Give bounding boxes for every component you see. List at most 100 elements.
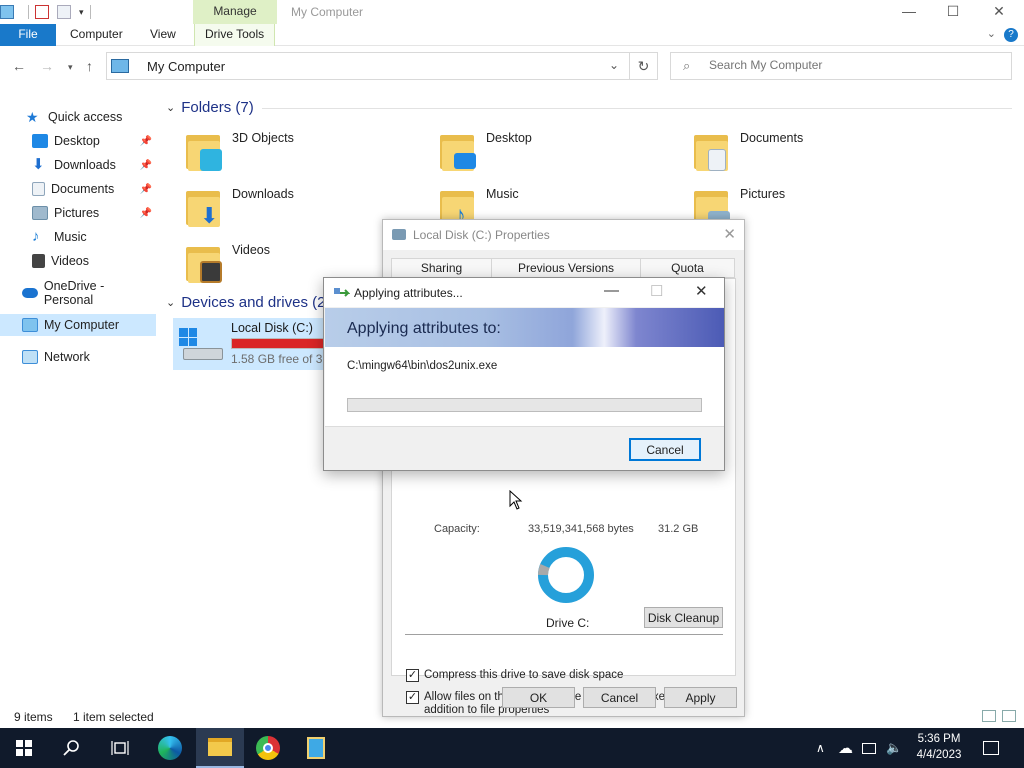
network-tray-icon[interactable]: [862, 728, 876, 768]
ok-button[interactable]: OK: [502, 687, 575, 708]
sidebar-item-videos[interactable]: Videos: [0, 250, 156, 272]
sidebar-item-pictures[interactable]: Pictures 📌: [0, 202, 156, 224]
apply-body: C:\mingw64\bin\dos2unix.exe: [325, 347, 724, 427]
disk-cleanup-button[interactable]: Disk Cleanup: [644, 607, 723, 628]
star-icon: ★: [26, 109, 39, 125]
sidebar-item-label: Network: [44, 350, 90, 364]
sidebar-item-network[interactable]: Network: [0, 346, 156, 368]
large-icons-view-icon[interactable]: [1002, 710, 1016, 722]
system-clock[interactable]: 5:36 PM 4/4/2023: [906, 731, 972, 763]
ribbon-expand-icon[interactable]: ⌄: [987, 27, 996, 40]
task-view-icon[interactable]: [96, 728, 144, 768]
search-icon: ⌕: [683, 58, 691, 73]
sidebar-item-quick-access[interactable]: ★ Quick access: [0, 106, 156, 128]
devices-section-header[interactable]: ⌄ Devices and drives (2): [166, 294, 330, 311]
search-input[interactable]: [709, 58, 999, 72]
tab-view[interactable]: View: [150, 24, 176, 46]
recent-locations-icon[interactable]: ▾: [68, 62, 73, 73]
address-dropdown-icon[interactable]: ⌄: [609, 58, 619, 72]
cancel-button[interactable]: Cancel: [629, 438, 701, 461]
forward-icon[interactable]: →: [40, 58, 54, 74]
folders-section-header[interactable]: ⌄ Folders (7): [166, 99, 254, 116]
mouse-cursor-icon: [509, 490, 523, 510]
sidebar-item-music[interactable]: ♪ Music: [0, 226, 156, 248]
pin-icon[interactable]: 📌: [140, 208, 152, 219]
show-hidden-icons[interactable]: ∧: [816, 728, 825, 768]
chevron-down-icon[interactable]: ⌄: [166, 296, 175, 309]
folders-section-title: Folders (7): [181, 99, 254, 116]
drive-icon: [392, 229, 406, 240]
onedrive-cloud-icon[interactable]: ☁: [838, 728, 853, 768]
folder-downloads[interactable]: ⬇ Downloads: [176, 187, 416, 237]
close-button[interactable]: ✕: [976, 0, 1022, 24]
pin-icon[interactable]: 📌: [140, 136, 152, 147]
search-icon[interactable]: [48, 728, 96, 768]
volume-icon[interactable]: 🔈: [886, 728, 902, 768]
properties-check-icon[interactable]: [35, 5, 49, 19]
address-bar[interactable]: My Computer ⌄: [106, 52, 630, 80]
app-icon[interactable]: [292, 728, 340, 768]
tab-sharing[interactable]: Sharing: [391, 258, 492, 278]
sidebar-item-my-computer[interactable]: My Computer: [0, 314, 156, 336]
search-box[interactable]: ⌕: [670, 52, 1012, 80]
drive-label: Drive C:: [546, 616, 590, 630]
sidebar-item-label: Videos: [51, 254, 89, 268]
folder-3d-objects[interactable]: 3D Objects: [176, 131, 416, 181]
folder-desktop[interactable]: Desktop: [430, 131, 670, 181]
apply-button[interactable]: Apply: [664, 687, 737, 708]
folder-icon: [694, 131, 730, 171]
notifications-icon[interactable]: [983, 728, 999, 768]
sidebar-item-documents[interactable]: Documents 📌: [0, 178, 156, 200]
index-checkbox[interactable]: ✓: [406, 691, 419, 704]
tab-previous-versions[interactable]: Previous Versions: [491, 258, 641, 278]
document-icon: [32, 182, 45, 196]
sidebar-item-downloads[interactable]: ⬇ Downloads 📌: [0, 154, 156, 176]
computer-icon[interactable]: [0, 5, 14, 19]
qat-dropdown-icon[interactable]: ▾: [79, 7, 84, 18]
drive-local-disk-c[interactable]: Local Disk (C:) 1.58 GB free of 31: [173, 318, 343, 370]
up-icon[interactable]: ↑: [86, 58, 93, 74]
sidebar-item-onedrive[interactable]: OneDrive - Personal: [0, 279, 156, 307]
file-explorer-icon[interactable]: [196, 728, 244, 768]
clock-time: 5:36 PM: [917, 733, 961, 745]
current-file-path: C:\mingw64\bin\dos2unix.exe: [347, 360, 498, 372]
tab-drive-tools[interactable]: Drive Tools: [194, 24, 276, 46]
tab-computer[interactable]: Computer: [70, 24, 123, 46]
folder-documents[interactable]: Documents: [684, 131, 924, 181]
new-folder-icon[interactable]: [57, 5, 71, 19]
minimize-button[interactable]: —: [604, 282, 619, 299]
help-icon[interactable]: ?: [1004, 28, 1018, 42]
apply-title-bar: Applying attributes... — ☐ ✕: [324, 278, 724, 307]
explorer-title-bar: ▾ Manage My Computer — ☐ ✕: [0, 0, 1024, 24]
applying-attributes-dialog: Applying attributes... — ☐ ✕ Applying at…: [323, 277, 725, 471]
close-button[interactable]: ✕: [695, 282, 708, 300]
chrome-icon[interactable]: [244, 728, 292, 768]
clock-date: 4/4/2023: [916, 749, 962, 761]
desktop-icon: [32, 134, 48, 148]
capacity-bytes: 33,519,341,568 bytes: [528, 523, 634, 535]
sidebar-item-desktop[interactable]: Desktop 📌: [0, 130, 156, 152]
cancel-button[interactable]: Cancel: [583, 687, 656, 708]
edge-icon[interactable]: [146, 728, 194, 768]
close-icon[interactable]: ✕: [723, 225, 736, 243]
pin-icon[interactable]: 📌: [140, 184, 152, 195]
refresh-icon[interactable]: ↻: [630, 52, 658, 80]
back-icon[interactable]: ←: [12, 58, 26, 74]
chevron-down-icon[interactable]: ⌄: [166, 101, 175, 114]
manage-context-tab[interactable]: Manage: [193, 0, 277, 24]
start-icon[interactable]: [0, 728, 48, 768]
compress-checkbox[interactable]: ✓: [406, 669, 419, 682]
details-view-icon[interactable]: [982, 710, 996, 722]
sidebar-item-label: My Computer: [44, 318, 120, 332]
section-divider: [262, 108, 1012, 109]
tab-file[interactable]: File: [0, 24, 56, 46]
tab-quota[interactable]: Quota: [640, 258, 735, 278]
pin-icon[interactable]: 📌: [140, 160, 152, 171]
taskbar: ∧ ☁ 🔈 5:36 PM 4/4/2023: [0, 728, 1024, 768]
compress-option[interactable]: ✓ Compress this drive to save disk space: [406, 669, 623, 682]
maximize-button[interactable]: ☐: [930, 0, 976, 24]
sidebar-item-label: OneDrive - Personal: [43, 279, 105, 307]
windows-drive-icon: [179, 328, 223, 362]
address-row: ← → ▾ ↑ My Computer ⌄ ↻ ⌕: [0, 46, 1024, 86]
minimize-button[interactable]: —: [886, 0, 932, 24]
